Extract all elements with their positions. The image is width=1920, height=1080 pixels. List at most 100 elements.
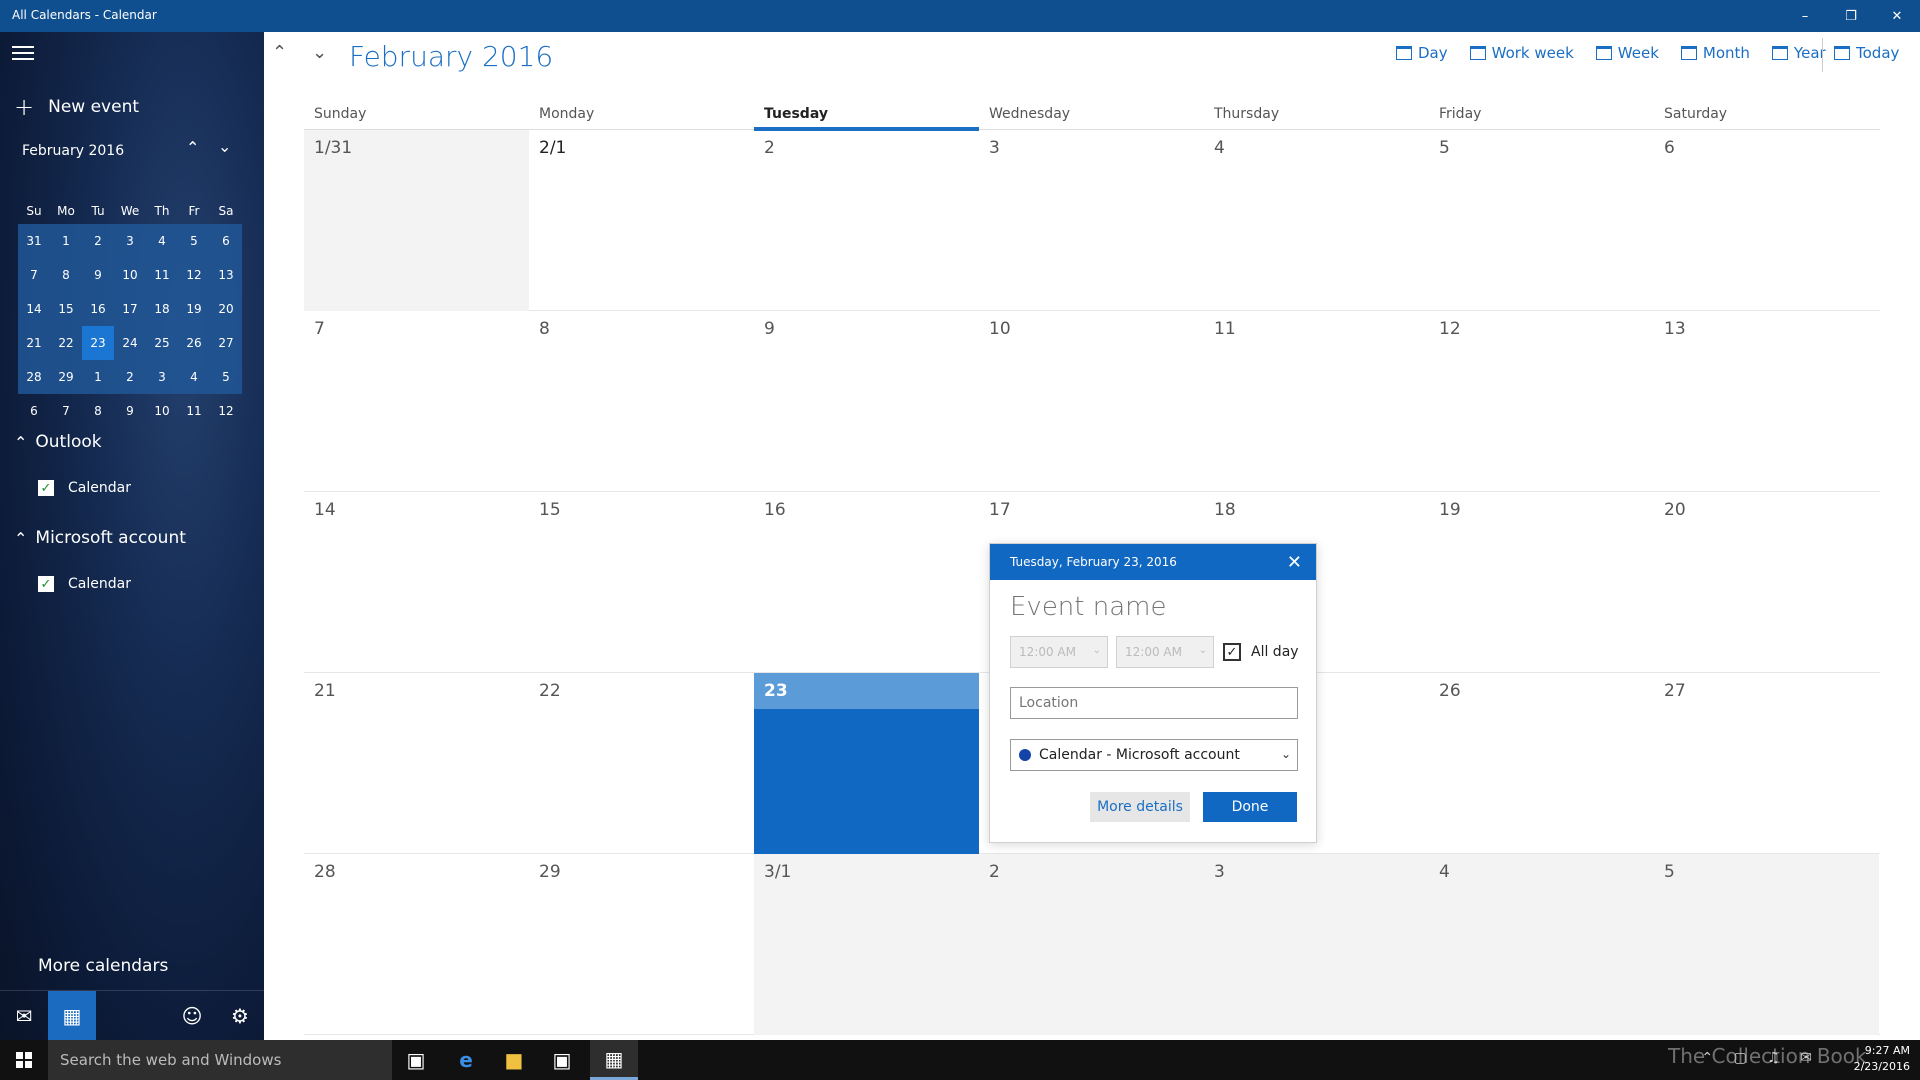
previous-month-icon[interactable]: ⌃	[272, 42, 287, 63]
microsoft-account-group-toggle[interactable]: ⌃ Microsoft account	[14, 528, 186, 548]
mini-day-cell[interactable]: 10	[146, 394, 178, 428]
task-view-icon[interactable]: ▣	[392, 1040, 440, 1080]
mini-day-cell[interactable]: 4	[146, 224, 178, 258]
day-cell[interactable]: 3	[979, 130, 1204, 311]
view-week-button[interactable]: Week	[1595, 44, 1659, 62]
checkbox-checked-icon[interactable]: ✓	[38, 480, 54, 496]
day-cell[interactable]: 28	[304, 854, 529, 1035]
mini-day-cell[interactable]: 8	[82, 394, 114, 428]
day-cell[interactable]: 2/1	[529, 130, 754, 311]
view-work-week-button[interactable]: Work week	[1469, 44, 1574, 62]
mini-day-cell[interactable]: 20	[210, 292, 242, 326]
mini-day-cell[interactable]: 2	[82, 224, 114, 258]
day-cell[interactable]: 14	[304, 492, 529, 673]
day-cell[interactable]: 3	[1204, 854, 1429, 1035]
checkbox-checked-icon[interactable]: ✓	[1223, 643, 1241, 661]
view-month-button[interactable]: Month	[1680, 44, 1750, 62]
mail-icon[interactable]: ✉	[0, 991, 48, 1040]
start-button[interactable]	[0, 1040, 48, 1080]
feedback-smiley-icon[interactable]: ☺	[168, 991, 216, 1040]
mini-day-cell[interactable]: 6	[210, 224, 242, 258]
microsoft-calendar-item[interactable]: ✓ Calendar	[38, 576, 131, 592]
location-input[interactable]	[1010, 687, 1298, 719]
day-cell-today[interactable]: 23	[754, 673, 979, 854]
day-cell[interactable]: 10	[979, 311, 1204, 492]
calendar-app-icon[interactable]: ▦	[590, 1040, 638, 1080]
day-cell[interactable]: 21	[304, 673, 529, 854]
more-calendars-link[interactable]: More calendars	[38, 956, 168, 976]
day-cell[interactable]: 5	[1654, 854, 1879, 1035]
mini-day-cell[interactable]: 3	[146, 360, 178, 394]
mini-day-cell[interactable]: 2	[114, 360, 146, 394]
mini-day-cell[interactable]: 23	[82, 326, 114, 360]
mini-day-cell[interactable]: 26	[178, 326, 210, 360]
mini-day-cell[interactable]: 21	[18, 326, 50, 360]
minimize-icon[interactable]: –	[1782, 0, 1828, 32]
mini-day-cell[interactable]: 22	[50, 326, 82, 360]
mini-next-month-icon[interactable]: ⌃	[218, 136, 231, 155]
system-tray-icons[interactable]: ⌃ ▢ ♫ ✉	[1701, 1050, 1820, 1066]
mini-day-cell[interactable]: 1	[50, 224, 82, 258]
next-month-icon[interactable]: ⌃	[312, 40, 327, 61]
mini-day-cell[interactable]: 10	[114, 258, 146, 292]
calendar-icon[interactable]: ▦	[48, 991, 96, 1040]
day-cell[interactable]: 9	[754, 311, 979, 492]
mini-day-cell[interactable]: 25	[146, 326, 178, 360]
mini-day-cell[interactable]: 4	[178, 360, 210, 394]
done-button[interactable]: Done	[1203, 792, 1297, 822]
mini-prev-month-icon[interactable]: ⌃	[186, 138, 199, 157]
hamburger-menu-icon[interactable]	[12, 46, 34, 62]
taskbar-search-box[interactable]: Search the web and Windows	[48, 1040, 392, 1080]
mini-day-cell[interactable]: 12	[178, 258, 210, 292]
day-cell[interactable]: 16	[754, 492, 979, 673]
mini-day-cell[interactable]: 6	[18, 394, 50, 428]
day-cell[interactable]: 3/1	[754, 854, 979, 1035]
mini-day-cell[interactable]: 15	[50, 292, 82, 326]
mini-day-cell[interactable]: 11	[146, 258, 178, 292]
mini-day-cell[interactable]: 29	[50, 360, 82, 394]
today-button[interactable]: Today	[1812, 44, 1899, 62]
day-cell[interactable]: 22	[529, 673, 754, 854]
mini-day-cell[interactable]: 31	[18, 224, 50, 258]
outlook-group-toggle[interactable]: ⌃ Outlook	[14, 432, 102, 452]
store-icon[interactable]: ▣	[538, 1040, 586, 1080]
day-cell[interactable]: 27	[1654, 673, 1879, 854]
event-name-input[interactable]	[1010, 592, 1300, 622]
day-cell[interactable]: 20	[1654, 492, 1879, 673]
day-cell[interactable]: 15	[529, 492, 754, 673]
mini-calendar-title[interactable]: February 2016	[22, 143, 124, 159]
edge-browser-icon[interactable]: e	[442, 1040, 490, 1080]
day-cell[interactable]: 6	[1654, 130, 1879, 311]
day-cell[interactable]: 1/31	[304, 130, 529, 311]
gear-icon[interactable]: ⚙	[216, 991, 264, 1040]
mini-day-cell[interactable]: 9	[114, 394, 146, 428]
day-cell[interactable]: 13	[1654, 311, 1879, 492]
view-day-button[interactable]: Day	[1396, 44, 1448, 62]
end-time-select[interactable]: 12:00 AM ⌄	[1116, 636, 1214, 668]
mini-day-cell[interactable]: 9	[82, 258, 114, 292]
day-cell[interactable]: 8	[529, 311, 754, 492]
mini-day-cell[interactable]: 1	[82, 360, 114, 394]
mini-day-cell[interactable]: 19	[178, 292, 210, 326]
mini-day-cell[interactable]: 13	[210, 258, 242, 292]
mini-day-cell[interactable]: 12	[210, 394, 242, 428]
mini-day-cell[interactable]: 11	[178, 394, 210, 428]
day-cell[interactable]: 2	[979, 854, 1204, 1035]
mini-day-cell[interactable]: 8	[50, 258, 82, 292]
day-cell[interactable]: 4	[1429, 854, 1654, 1035]
day-cell[interactable]: 2	[754, 130, 979, 311]
mini-day-cell[interactable]: 27	[210, 326, 242, 360]
close-icon[interactable]: ✕	[1287, 552, 1302, 573]
outlook-calendar-item[interactable]: ✓ Calendar	[38, 480, 131, 496]
close-icon[interactable]: ✕	[1874, 0, 1920, 32]
mini-day-cell[interactable]: 5	[210, 360, 242, 394]
more-details-button[interactable]: More details	[1090, 792, 1190, 822]
mini-day-cell[interactable]: 18	[146, 292, 178, 326]
mini-day-cell[interactable]: 3	[114, 224, 146, 258]
start-time-select[interactable]: 12:00 AM ⌄	[1010, 636, 1108, 668]
day-cell[interactable]: 29	[529, 854, 754, 1035]
mini-day-cell[interactable]: 7	[18, 258, 50, 292]
mini-day-cell[interactable]: 14	[18, 292, 50, 326]
mini-day-cell[interactable]: 24	[114, 326, 146, 360]
mini-day-cell[interactable]: 5	[178, 224, 210, 258]
